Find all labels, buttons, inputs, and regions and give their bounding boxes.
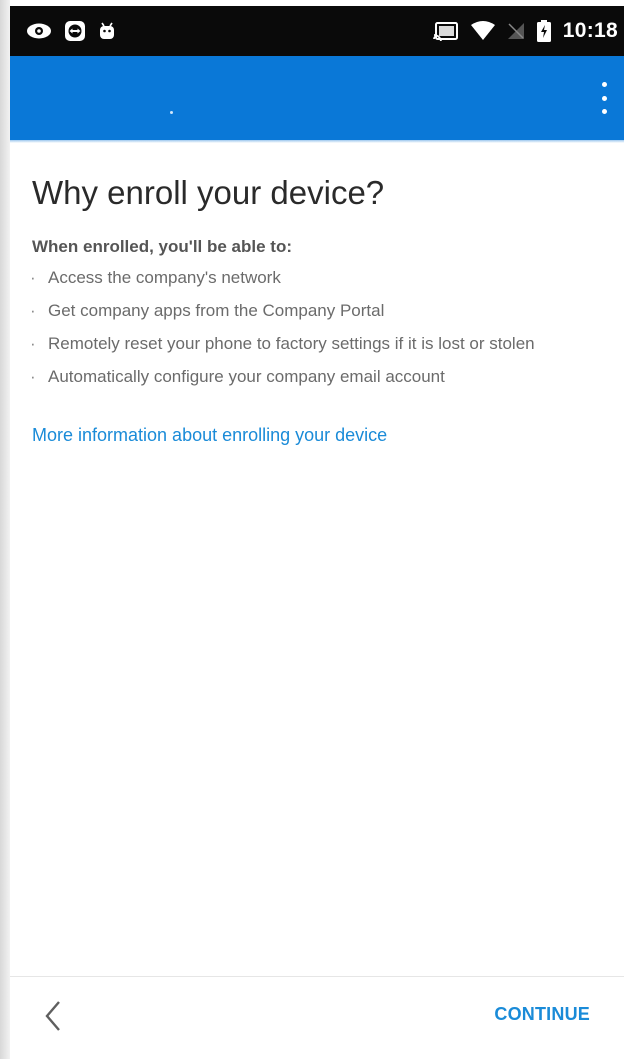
device-edge bbox=[0, 0, 10, 1059]
overflow-dot bbox=[601, 95, 607, 101]
status-bar: 10:18 bbox=[10, 6, 624, 56]
android-icon bbox=[98, 21, 116, 41]
list-item: · Remotely reset your phone to factory s… bbox=[30, 333, 612, 355]
benefit-text: Automatically configure your company ema… bbox=[48, 367, 445, 386]
teamviewer-icon bbox=[64, 20, 86, 42]
no-signal-icon bbox=[507, 22, 525, 40]
battery-charging-icon bbox=[536, 20, 551, 42]
app-bar bbox=[10, 56, 624, 140]
overflow-dot bbox=[601, 82, 607, 87]
back-button[interactable] bbox=[38, 1000, 68, 1036]
cast-icon bbox=[432, 21, 459, 41]
benefit-text: Get company apps from the Company Portal bbox=[48, 301, 385, 320]
bullet: · bbox=[30, 334, 36, 353]
benefits-list: · Access the company's network · Get com… bbox=[30, 267, 612, 388]
bullet: · bbox=[30, 367, 36, 386]
benefit-text: Access the company's network bbox=[48, 268, 281, 287]
continue-button[interactable]: CONTINUE bbox=[494, 1004, 590, 1025]
page-title: Why enroll your device? bbox=[32, 174, 385, 211]
wifi-icon bbox=[470, 21, 495, 41]
list-item: · Access the company's network bbox=[30, 267, 612, 289]
list-item: · Automatically configure your company e… bbox=[30, 366, 612, 388]
footer-divider bbox=[10, 976, 624, 977]
overflow-dot bbox=[601, 109, 607, 114]
bullet: · bbox=[30, 301, 36, 320]
status-left-icons bbox=[26, 6, 116, 56]
chevron-left-icon bbox=[44, 1000, 62, 1037]
app-bar-title-placeholder bbox=[170, 111, 173, 114]
benefit-text: Remotely reset your phone to factory set… bbox=[48, 334, 535, 353]
list-item: · Get company apps from the Company Port… bbox=[30, 300, 612, 322]
more-info-link[interactable]: More information about enrolling your de… bbox=[32, 425, 387, 446]
main-content: Why enroll your device? When enrolled, y… bbox=[30, 168, 612, 446]
status-time: 10:18 bbox=[562, 19, 618, 42]
eye-icon bbox=[26, 22, 52, 40]
more-vert-icon[interactable] bbox=[596, 82, 612, 114]
intro-text: When enrolled, you'll be able to: bbox=[32, 237, 293, 256]
bullet: · bbox=[30, 268, 36, 287]
app-bar-shadow bbox=[10, 140, 624, 143]
status-right-icons: 10:18 bbox=[432, 6, 618, 56]
enroll-screen: 10:18 Why enroll your device? When enrol… bbox=[0, 0, 624, 1059]
